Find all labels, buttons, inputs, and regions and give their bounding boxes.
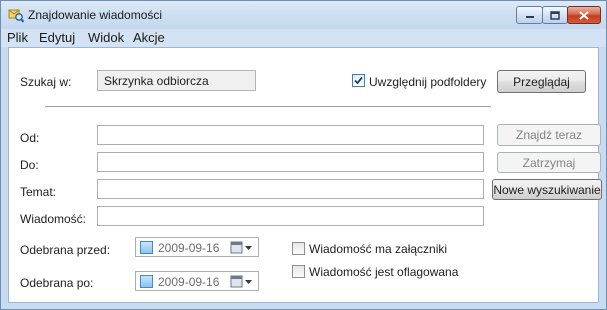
calendar-dropdown-icon[interactable]: [230, 241, 254, 254]
find-messages-icon: [8, 8, 25, 23]
flagged-checkbox[interactable]: [292, 265, 305, 278]
find-messages-window: Znajdowanie wiadomości Plik Edytuj Widok…: [0, 0, 607, 310]
include-subfolders-checkbox[interactable]: [352, 74, 365, 87]
to-field[interactable]: [97, 152, 484, 172]
find-now-button[interactable]: Znajdź teraz: [497, 124, 601, 146]
has-attachments-checkbox[interactable]: [292, 242, 305, 255]
menu-item-akcje[interactable]: Akcje: [133, 30, 165, 45]
has-attachments-label: Wiadomość ma załączniki: [309, 242, 448, 256]
received-before-enable-checkbox[interactable]: [140, 241, 153, 254]
received-before-datepicker[interactable]: 2009-09-16: [135, 237, 259, 257]
close-icon: [579, 10, 589, 20]
menu-item-widok[interactable]: Widok: [88, 30, 124, 45]
separator: [45, 106, 491, 108]
received-after-date: 2009-09-16: [158, 275, 220, 289]
search-panel: Szukaj w: Uwzględnij podfoldery Przegląd…: [8, 47, 602, 303]
received-after-enable-checkbox[interactable]: [140, 275, 153, 288]
minimize-button[interactable]: [516, 6, 543, 24]
subject-label: Temat:: [20, 185, 57, 199]
menu-item-plik[interactable]: Plik: [7, 30, 28, 45]
maximize-icon: [550, 10, 560, 20]
include-subfolders-label: Uwzględnij podfoldery: [369, 75, 487, 89]
stop-button[interactable]: Zatrzymaj: [497, 152, 601, 173]
title-bar[interactable]: Znajdowanie wiadomości: [1, 1, 606, 29]
subject-field[interactable]: [97, 179, 484, 199]
received-before-date: 2009-09-16: [158, 241, 220, 255]
browse-button[interactable]: Przeglądaj: [497, 70, 586, 93]
menu-item-edytuj[interactable]: Edytuj: [39, 30, 75, 45]
from-field[interactable]: [97, 125, 484, 145]
calendar-dropdown-icon[interactable]: [230, 275, 254, 288]
received-after-datepicker[interactable]: 2009-09-16: [135, 271, 259, 291]
stop-button-label: Zatrzymaj: [522, 155, 576, 170]
new-search-button-label: Nowe wyszukiwanie: [493, 182, 601, 197]
to-label: Do:: [20, 158, 39, 172]
checkmark-icon: [354, 76, 363, 85]
maximize-button[interactable]: [542, 6, 568, 24]
search-folder-field[interactable]: [97, 70, 256, 91]
from-label: Od:: [20, 131, 40, 145]
flagged-label: Wiadomość jest oflagowana: [309, 265, 459, 279]
menu-bar: Plik Edytuj Widok Akcje: [1, 29, 606, 47]
received-after-label: Odebrana po:: [20, 276, 94, 290]
search-in-label: Szukaj w:: [20, 75, 72, 89]
window-title: Znajdowanie wiadomości: [28, 8, 163, 22]
message-label: Wiadomość:: [20, 212, 87, 226]
new-search-button[interactable]: Nowe wyszukiwanie: [492, 179, 602, 200]
message-field[interactable]: [97, 206, 484, 226]
received-before-label: Odebrana przed:: [20, 243, 111, 257]
find-now-button-label: Znajdź teraz: [515, 128, 583, 142]
browse-button-label: Przeglądaj: [513, 74, 570, 89]
close-button[interactable]: [567, 6, 601, 24]
minimize-icon: [525, 16, 534, 18]
